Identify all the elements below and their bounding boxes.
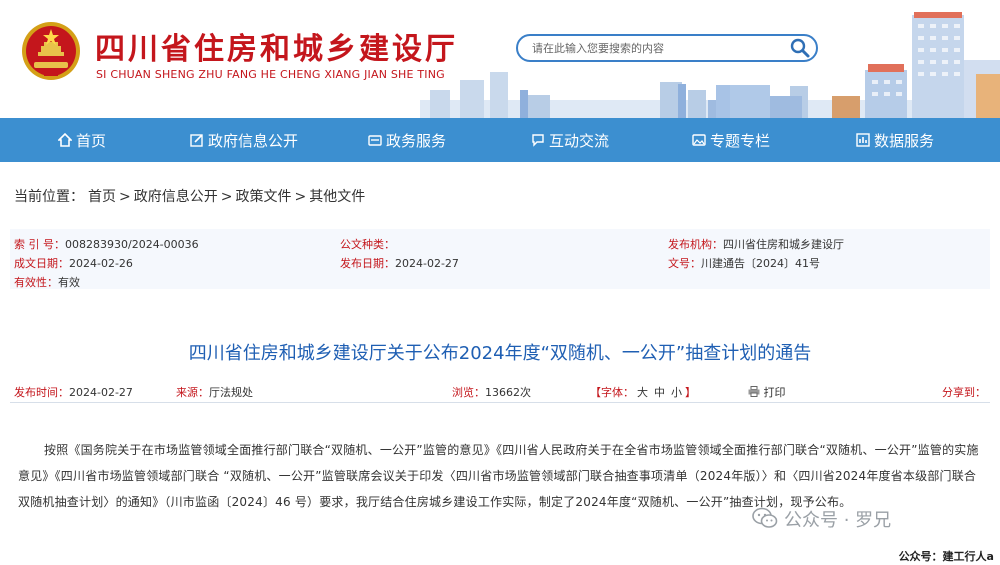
meta-key: 成文日期：: [14, 257, 69, 270]
share-to[interactable]: 分享到：: [942, 384, 986, 400]
source: 来源：厅法规处: [176, 384, 253, 400]
meta-docno: 文号：川建通告〔2024〕41号: [668, 255, 820, 271]
article-title: 四川省住房和城乡建设厅关于公布2024年度“双随机、一公开”抽查计划的通告: [188, 343, 812, 364]
meta-org: 发布机构：四川省住房和城乡建设厅: [668, 236, 844, 252]
font-large-link[interactable]: 大: [637, 386, 648, 399]
views-value: 13662次: [485, 386, 531, 399]
print-label: 打印: [763, 386, 786, 399]
search-input[interactable]: [532, 39, 782, 57]
article-info-bar: 发布时间：2024-02-27 来源：厅法规处 浏览：13662次 【字体：大中…: [10, 380, 990, 403]
meta-value: 川建通告〔2024〕41号: [701, 257, 820, 270]
share-label: 分享到：: [942, 386, 986, 399]
meta-index: 索 引 号：008283930/2024-00036: [14, 236, 199, 252]
breadcrumb-gov-info[interactable]: 政府信息公开: [134, 189, 218, 205]
font-small-link[interactable]: 小: [671, 386, 682, 399]
breadcrumb-label: 当前位置：: [14, 189, 84, 205]
article-body: 按照《国务院关于在市场监管领域全面推行部门联合“双随机、一公开”监管的意见》《四…: [18, 443, 979, 509]
font-medium-link[interactable]: 中: [654, 386, 665, 399]
print-icon: [748, 386, 760, 397]
nav-item-data[interactable]: 数据服务: [856, 118, 934, 162]
meta-category: 公文种类：: [340, 236, 395, 252]
wechat-watermark: 公众号 · 罗兄: [752, 506, 891, 532]
pub-time-key: 发布时间：: [14, 386, 69, 399]
meta-key: 公文种类：: [340, 238, 395, 251]
view-count: 浏览：13662次: [452, 384, 531, 400]
account-label: 公众号：建工行人a: [898, 550, 994, 563]
image-icon: [692, 134, 706, 146]
nav-item-label: 数据服务: [874, 131, 935, 150]
meta-value: 2024-02-27: [395, 257, 459, 270]
meta-published: 发布日期：2024-02-27: [340, 255, 459, 271]
meta-validity: 有效性：有效: [14, 274, 80, 290]
nav-item-label: 政府信息公开: [208, 131, 299, 150]
meta-value: 008283930/2024-00036: [65, 238, 199, 251]
chart-icon: [856, 133, 870, 147]
meta-key: 发布机构：: [668, 238, 723, 251]
breadcrumb-policy[interactable]: 政策文件: [235, 189, 291, 205]
print-button[interactable]: 打印: [748, 384, 786, 400]
nav-item-label: 首页: [76, 131, 107, 150]
site-subtitle: SI CHUAN SHENG ZHU FANG HE CHENG XIANG J…: [96, 68, 445, 81]
site-title: 四川省住房和城乡建设厅: [95, 32, 458, 67]
meta-created: 成文日期：2024-02-26: [14, 255, 133, 271]
breadcrumb-separator: >: [220, 189, 233, 205]
search-box[interactable]: [516, 34, 818, 62]
nav-item-interaction[interactable]: 互动交流: [531, 118, 609, 162]
font-size-close: 】: [685, 386, 696, 399]
meta-key: 有效性：: [14, 276, 58, 289]
meta-value: 有效: [58, 276, 80, 289]
search-icon[interactable]: [788, 36, 812, 60]
nav-item-topics[interactable]: 专题专栏: [692, 118, 770, 162]
breadcrumb-other[interactable]: 其他文件: [309, 189, 365, 205]
source-key: 来源：: [176, 386, 209, 399]
meta-key: 文号：: [668, 257, 701, 270]
wechat-icon: [752, 507, 778, 528]
home-icon: [58, 133, 72, 147]
meta-key: 发布日期：: [340, 257, 395, 270]
document-meta: 索 引 号：008283930/2024-00036 公文种类： 发布机构：四川…: [10, 229, 990, 289]
breadcrumb-separator: >: [119, 189, 131, 205]
breadcrumb-separator: >: [294, 189, 307, 205]
font-size-control: 【字体：大中小】: [590, 384, 696, 400]
breadcrumb: 首页 > 政府信息公开 > 政策文件 > 其他文件: [88, 186, 365, 206]
edit-icon: [190, 134, 203, 147]
pub-time-value: 2024-02-27: [69, 386, 133, 399]
chat-icon: [532, 134, 544, 147]
nav-item-gov-info[interactable]: 政府信息公开: [190, 118, 298, 162]
meta-value: 2024-02-26: [69, 257, 133, 270]
nav-item-label: 政务服务: [386, 131, 447, 150]
nav-item-services[interactable]: 政务服务: [368, 118, 446, 162]
breadcrumb-home[interactable]: 首页: [88, 189, 116, 205]
nav-item-label: 互动交流: [549, 131, 610, 150]
main-nav: 首页 政府信息公开 政务服务 互动交流 专题专栏 数据服务: [0, 118, 1000, 162]
national-emblem-icon: [22, 22, 80, 80]
nav-item-label: 专题专栏: [710, 131, 771, 150]
card-icon: [368, 135, 382, 146]
site-header: 四川省住房和城乡建设厅 SI CHUAN SHENG ZHU FANG HE C…: [0, 0, 1000, 118]
pub-time: 发布时间：2024-02-27: [14, 384, 133, 400]
views-key: 浏览：: [452, 386, 485, 399]
meta-value: 四川省住房和城乡建设厅: [723, 238, 844, 251]
font-size-label: 【字体：: [590, 386, 634, 399]
meta-key: 索 引 号：: [14, 238, 65, 251]
watermark-text: 公众号 · 罗兄: [784, 510, 892, 531]
nav-item-home[interactable]: 首页: [58, 118, 106, 162]
source-value: 厅法规处: [209, 386, 253, 399]
